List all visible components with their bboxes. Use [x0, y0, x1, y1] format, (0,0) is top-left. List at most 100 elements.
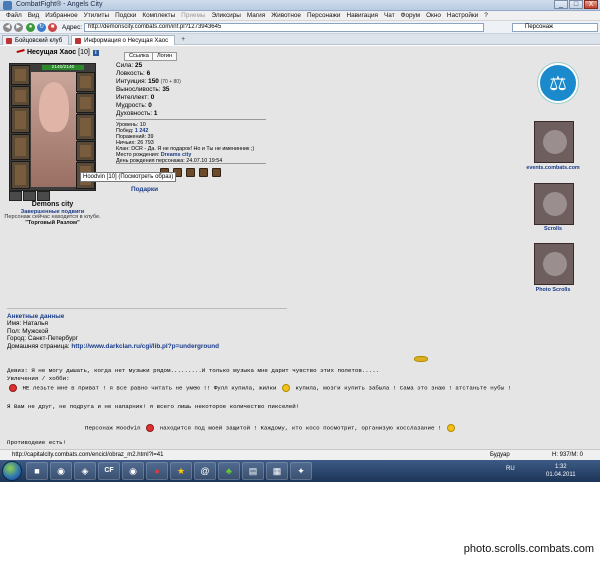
- toolbar: ◀ ▶ ● ↻ ■ Адрес: http://demonscity.comba…: [0, 21, 600, 34]
- stop-icon[interactable]: ■: [48, 23, 57, 32]
- menu-item-pet[interactable]: Животное: [271, 11, 301, 20]
- start-button[interactable]: [2, 461, 22, 481]
- photo-scrolls-banner-icon[interactable]: [534, 243, 574, 285]
- stat-label: Интеллект:: [116, 94, 149, 101]
- language-indicator[interactable]: RU: [506, 466, 515, 472]
- page-content: Несущая Хаос [10] i Ссылка Логин 2140/21…: [0, 46, 600, 449]
- leggings-slot[interactable]: [76, 141, 95, 161]
- menu-item-magic[interactable]: Магия: [247, 11, 265, 20]
- taskbar-app-icon[interactable]: ✦: [290, 462, 312, 480]
- login-button[interactable]: Логин: [152, 52, 178, 61]
- effect-icon[interactable]: [199, 168, 208, 177]
- clock[interactable]: 1:32 01.04.2011: [546, 463, 576, 479]
- clock-date: 01.04.2011: [546, 472, 576, 478]
- refresh-icon[interactable]: ↻: [37, 23, 46, 32]
- events-banner-icon[interactable]: [534, 121, 574, 163]
- go-icon[interactable]: ●: [26, 23, 35, 32]
- menu-item-navigation[interactable]: Навигация: [346, 11, 378, 20]
- taskbar-app-icon[interactable]: ◉: [50, 462, 72, 480]
- homepage-link[interactable]: http://www.darkclan.ru/cgi/lib.pl?p=unde…: [71, 343, 219, 350]
- city-name: Demons city: [31, 201, 74, 208]
- stat-label: Сила:: [116, 62, 134, 69]
- effect-icon[interactable]: [186, 168, 195, 177]
- taskbar-app-icon[interactable]: ◈: [74, 462, 96, 480]
- address-input[interactable]: http://demonscity.combats.com/inf.pl?127…: [84, 23, 484, 32]
- section-divider: [7, 308, 287, 309]
- menu-item-elixirs[interactable]: Эликсиры: [211, 11, 240, 20]
- stats-block: Сила: 25 Ловкость: 6 Интуиция: 150 (70 +…: [116, 62, 181, 118]
- menu-item-help[interactable]: ?: [484, 11, 488, 20]
- taskbar-app-icon[interactable]: ▦: [266, 462, 288, 480]
- menu-item-forum[interactable]: Форум: [401, 11, 420, 20]
- taskbar-app-icon[interactable]: ■: [26, 462, 48, 480]
- hobby-text-b: купила, мозги купить забыла ! Сама это з…: [295, 384, 512, 392]
- menu-item-file[interactable]: Файл: [6, 11, 22, 20]
- scrolls-banner-icon[interactable]: [534, 183, 574, 225]
- location-place: "Торговый Разлом": [25, 220, 80, 226]
- amulet-slot[interactable]: [11, 86, 30, 106]
- motto-line: Девиз: Я не могу дышать, когда нет музык…: [7, 367, 380, 374]
- tab-character-info[interactable]: Информация о Несущая Хаос: [71, 35, 176, 45]
- menu-item-techniques[interactable]: Приемы: [181, 11, 205, 20]
- profile-section-title: Анкетные данные: [7, 313, 65, 320]
- scrolls-link[interactable]: Scrolls: [518, 226, 588, 232]
- taskbar-app-icon[interactable]: CF: [98, 462, 120, 480]
- taskbar-app-icon[interactable]: ◉: [122, 462, 144, 480]
- stat-row: Ловкость: 6: [116, 70, 181, 78]
- menu-item-hints[interactable]: Подски: [115, 11, 136, 20]
- stat-value: 25: [135, 62, 143, 69]
- angry-smiley-icon: [9, 384, 17, 392]
- clan-arrow-icon: [16, 49, 26, 56]
- maximize-button[interactable]: □: [569, 0, 583, 9]
- link-button[interactable]: Ссылка: [124, 52, 154, 61]
- gloves-slot[interactable]: [76, 93, 95, 113]
- minimize-button[interactable]: _: [554, 0, 568, 9]
- status-bar: http://capitalcity.combats.com/encicl/ob…: [0, 449, 600, 460]
- ring-slot[interactable]: [9, 191, 22, 201]
- menu-item-favorites[interactable]: Избранное: [45, 11, 77, 20]
- shield-slot[interactable]: [76, 114, 95, 140]
- tab-bar: Бойцовский клуб Информация о Несущая Хао…: [0, 34, 600, 45]
- menu-item-characters[interactable]: Персонажи: [307, 11, 340, 20]
- taskbar-app-icon[interactable]: ★: [170, 462, 192, 480]
- menu-item-settings[interactable]: Настройки: [447, 11, 478, 20]
- events-link[interactable]: events.combats.com: [518, 165, 588, 171]
- character-portrait[interactable]: [31, 72, 77, 187]
- info-icon[interactable]: i: [92, 50, 99, 56]
- ring-slot[interactable]: [37, 191, 50, 201]
- close-button[interactable]: X: [584, 0, 598, 9]
- divider: [116, 163, 266, 164]
- menu-item-chat[interactable]: Чат: [384, 11, 395, 20]
- earrings-slot[interactable]: [76, 72, 95, 92]
- belt-slot[interactable]: [11, 161, 30, 189]
- menu-item-view[interactable]: Вид: [28, 11, 40, 20]
- taskbar-app-icon[interactable]: ●: [146, 462, 168, 480]
- menu-item-utilities[interactable]: Утилиты: [84, 11, 109, 20]
- photo-scrolls-link[interactable]: Photo Scrolls: [518, 287, 588, 293]
- weapon-slot[interactable]: [11, 107, 30, 133]
- stat-value: 6: [146, 70, 151, 77]
- tab-fight-club[interactable]: Бойцовский клуб: [2, 35, 70, 45]
- tab-favicon: [75, 38, 82, 44]
- effect-icon[interactable]: [212, 168, 221, 177]
- taskbar-app-icon[interactable]: ▤: [242, 462, 264, 480]
- ring-slot[interactable]: [23, 191, 36, 201]
- taskbar-app-icon[interactable]: @: [194, 462, 216, 480]
- armor-slot[interactable]: [11, 134, 30, 160]
- menu-bar: Файл Вид Избранное Утилиты Подски Компле…: [0, 11, 600, 21]
- stat-label: Интуиция:: [116, 78, 147, 85]
- menu-item-sets[interactable]: Комплекты: [142, 11, 175, 20]
- scales-icon[interactable]: [538, 63, 578, 103]
- menu-item-window[interactable]: Окно: [426, 11, 441, 20]
- taskbar: ■ ◉ ◈ CF ◉ ● ★ @ ♣ ▤ ▦ ✦ RU 1:32 01.04.2…: [0, 460, 600, 482]
- forward-arrow-icon[interactable]: ▶: [14, 23, 23, 32]
- stat-bonus: (70 + 80): [160, 79, 181, 85]
- gifts-link[interactable]: Подарки: [131, 186, 158, 193]
- character-search-input[interactable]: Персонаж: [512, 23, 598, 32]
- address-label: Адрес:: [62, 24, 83, 31]
- stat-row: Интуиция: 150 (70 + 80): [116, 78, 181, 86]
- helmet-slot[interactable]: [11, 65, 30, 85]
- back-arrow-icon[interactable]: ◀: [3, 23, 12, 32]
- new-tab-button[interactable]: +: [177, 35, 189, 45]
- taskbar-app-icon[interactable]: ♣: [218, 462, 240, 480]
